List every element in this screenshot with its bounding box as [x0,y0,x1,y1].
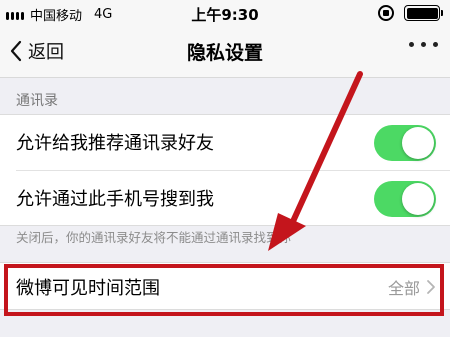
annotation-arrow [268,71,363,251]
